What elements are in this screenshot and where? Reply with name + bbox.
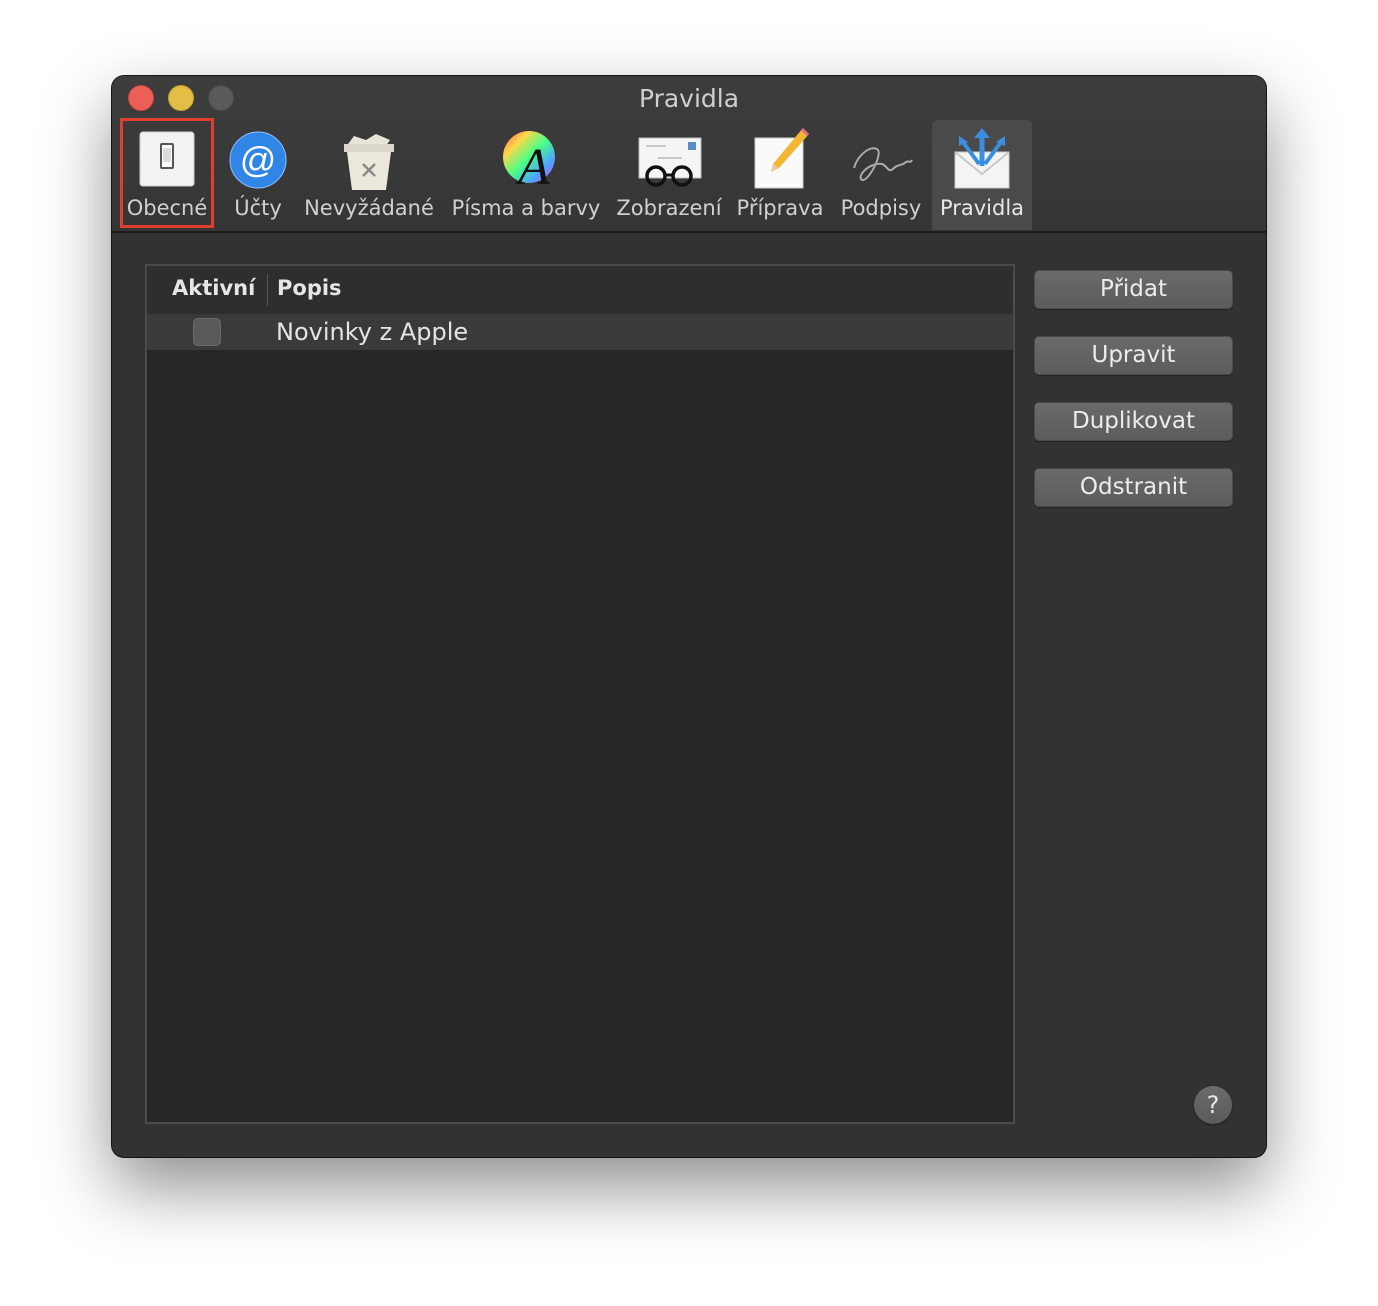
- titlebar: Pravidla Obecné @ Účty Nevyžádané A Písm…: [112, 76, 1266, 233]
- duplicate-rule-button[interactable]: Duplikovat: [1034, 402, 1233, 441]
- tab-general[interactable]: Obecné: [122, 120, 212, 230]
- tab-signatures[interactable]: Podpisy: [836, 120, 926, 230]
- at-sign-icon: @: [229, 131, 287, 189]
- svg-text:@: @: [240, 139, 277, 180]
- toolbar-tabs: Obecné @ Účty Nevyžádané A Písma a barvy…: [112, 120, 1266, 230]
- rules-table[interactable]: Aktivní Popis Novinky z Apple: [145, 264, 1015, 1124]
- add-rule-button[interactable]: Přidat: [1034, 270, 1233, 309]
- window-title: Pravidla: [638, 84, 740, 113]
- column-header-description[interactable]: Popis: [277, 276, 342, 300]
- table-row[interactable]: Novinky z Apple: [147, 314, 1013, 350]
- tab-label: Pravidla: [939, 196, 1025, 220]
- column-separator: [267, 274, 268, 306]
- tab-label: Příprava: [736, 196, 824, 220]
- rule-active-checkbox[interactable]: [193, 318, 221, 346]
- signature-icon: [853, 147, 913, 181]
- pencil-paper-icon: [754, 128, 809, 189]
- svg-text:A: A: [515, 139, 550, 192]
- rule-description: Novinky z Apple: [276, 318, 469, 346]
- tab-label: Nevyžádané: [304, 196, 434, 220]
- fonts-colors-icon: A: [503, 131, 555, 192]
- tab-fonts-colors[interactable]: A Písma a barvy: [448, 120, 604, 230]
- tab-label: Účty: [234, 196, 282, 220]
- remove-rule-button[interactable]: Odstranit: [1034, 468, 1233, 507]
- tab-label: Obecné: [126, 196, 208, 220]
- glasses-letter-icon: [638, 137, 702, 187]
- preferences-window: Pravidla Obecné @ Účty Nevyžádané A Písm…: [112, 76, 1266, 1157]
- table-header: Aktivní Popis: [147, 266, 1014, 315]
- tab-label: Písma a barvy: [451, 196, 601, 220]
- column-header-active[interactable]: Aktivní: [172, 276, 255, 300]
- junk-trash-icon: [344, 134, 394, 190]
- switch-icon: [139, 131, 195, 187]
- tab-junk[interactable]: Nevyžádané: [304, 120, 434, 230]
- help-button[interactable]: ?: [1194, 1086, 1232, 1124]
- tab-label: Podpisy: [840, 196, 922, 220]
- edit-rule-button[interactable]: Upravit: [1034, 336, 1233, 375]
- tab-accounts[interactable]: @ Účty: [220, 120, 296, 230]
- tab-rules[interactable]: Pravidla: [932, 120, 1032, 230]
- column-separator: [1013, 274, 1014, 306]
- tab-label: Zobrazení: [616, 196, 722, 220]
- rules-envelope-icon: [954, 128, 1010, 189]
- tab-composing[interactable]: Příprava: [734, 120, 826, 230]
- tab-viewing[interactable]: Zobrazení: [614, 120, 724, 230]
